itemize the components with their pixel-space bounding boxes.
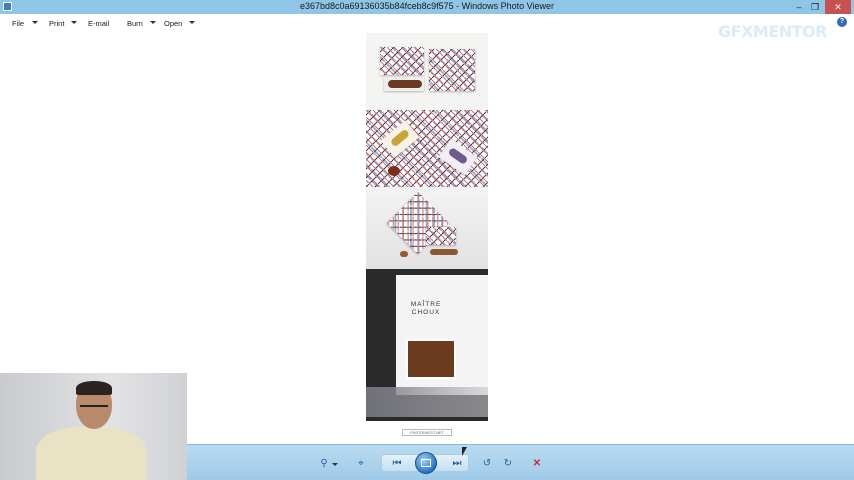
shop-sign: MAÎTRE CHOUX: [404, 301, 448, 317]
previous-icon[interactable]: ⏮: [390, 458, 404, 470]
rotate-clockwise-icon[interactable]: ↻: [501, 458, 515, 470]
menu-burn[interactable]: Burn: [127, 19, 143, 28]
pastry-box: [426, 227, 456, 245]
pastry: [388, 80, 422, 88]
image-panel-pattern: [366, 110, 488, 187]
image-caption: PINTERNEST.NET: [402, 429, 452, 436]
shop-window: [406, 339, 456, 379]
image-panel-stack: [366, 187, 488, 269]
actual-size-icon[interactable]: ⌖: [354, 458, 368, 470]
maximize-button[interactable]: ❐: [808, 0, 822, 14]
zoom-icon[interactable]: ⚲: [317, 458, 331, 470]
pastry-box: [380, 47, 424, 75]
pastry: [388, 166, 400, 176]
title-bar: e367bd8c0a69136035b84fceb8c9f575 - Windo…: [0, 0, 854, 14]
pastry-box: [429, 49, 475, 91]
next-icon[interactable]: ⏭: [450, 458, 464, 470]
presenter-body: [36, 427, 146, 480]
displayed-image: MAÎTRE CHOUX PINTERNEST.NET: [366, 33, 488, 441]
viewer-toolbar: ⚲ ⌖ ⏮ ⏭ ↺ ↻ ✕: [187, 444, 854, 480]
webcam-overlay: [0, 373, 187, 480]
pastry: [430, 249, 458, 255]
menu-print[interactable]: Print: [49, 19, 64, 28]
chevron-down-icon[interactable]: [32, 21, 38, 24]
delete-icon[interactable]: ✕: [530, 458, 544, 470]
image-panel-boxes: [366, 33, 488, 110]
chevron-down-icon[interactable]: [189, 21, 195, 24]
slideshow-icon: [421, 459, 431, 467]
slideshow-button[interactable]: [415, 452, 437, 474]
passing-car: [366, 387, 488, 417]
chevron-down-icon[interactable]: [71, 21, 77, 24]
help-icon[interactable]: ?: [837, 17, 847, 27]
menu-email[interactable]: E-mail: [88, 19, 109, 28]
chevron-down-icon[interactable]: [150, 21, 156, 24]
image-panel-shopfront: MAÎTRE CHOUX: [366, 269, 488, 421]
minimize-button[interactable]: –: [792, 0, 806, 14]
shop-sign-line1: MAÎTRE: [410, 301, 442, 308]
close-button[interactable]: ✕: [825, 0, 851, 14]
rotate-counterclockwise-icon[interactable]: ↺: [480, 458, 494, 470]
mouse-cursor: [462, 447, 467, 456]
pastry: [400, 251, 408, 257]
window-title: e367bd8c0a69136035b84fceb8c9f575 - Windo…: [299, 1, 555, 11]
menu-open[interactable]: Open: [164, 19, 182, 28]
brand-watermark: GFXMENTOR: [718, 22, 827, 41]
menu-file[interactable]: File: [12, 19, 24, 28]
presenter-hair: [76, 381, 112, 395]
shop-sign-line2: CHOUX: [411, 309, 441, 316]
presenter-glasses: [80, 405, 108, 414]
chevron-down-icon[interactable]: [332, 463, 338, 466]
